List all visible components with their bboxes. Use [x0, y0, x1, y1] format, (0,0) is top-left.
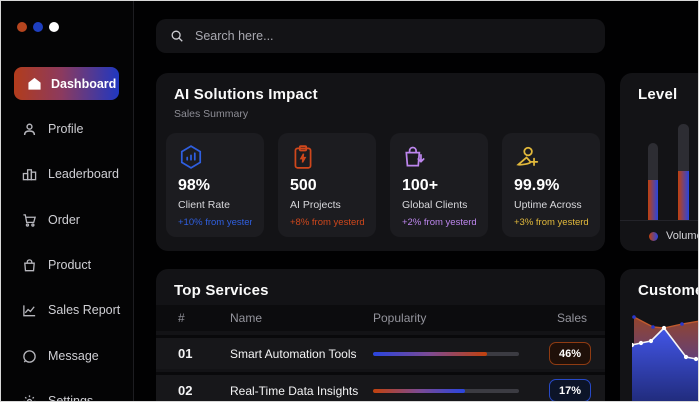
- window-dot-white: [49, 22, 59, 32]
- message-icon: [22, 349, 37, 364]
- data-point-marker: [680, 322, 684, 326]
- sidebar-item-product[interactable]: Product: [22, 255, 91, 275]
- table-row: 02 Real-Time Data Insights 17%: [156, 375, 605, 402]
- level-bar: [678, 124, 689, 220]
- stat-cards: 98% Client Rate +10% from yesterday 500 …: [166, 133, 600, 237]
- stat-label: AI Projects: [290, 199, 364, 211]
- stat-delta: +2% from yesterday: [402, 217, 476, 228]
- sidebar-item-label: Sales Report: [48, 303, 120, 317]
- user-icon: [22, 122, 37, 137]
- sidebar-item-label: Order: [48, 213, 80, 227]
- customer-panel: Customer Fulfillment: [620, 269, 699, 402]
- stat-value: 99.9%: [514, 177, 588, 195]
- sidebar-item-sales-report[interactable]: Sales Report: [22, 300, 120, 320]
- level-legend: Volume: [649, 229, 699, 243]
- stat-delta: +8% from yesterday: [290, 217, 364, 228]
- col-sales: Sales: [557, 311, 587, 325]
- level-bar: [648, 143, 658, 220]
- row-number: 01: [178, 346, 192, 361]
- sidebar-item-label: Leaderboard: [48, 167, 119, 181]
- customer-chart: [632, 311, 699, 402]
- user-plus-icon: [514, 144, 540, 170]
- sidebar-item-label: Settings: [48, 394, 93, 402]
- data-point-marker: [651, 325, 655, 329]
- col-name: Name: [230, 311, 262, 325]
- stat-delta: +10% from yesterday: [178, 217, 252, 228]
- impact-panel: AI Solutions Impact Sales Summary 98% Cl…: [156, 73, 605, 251]
- dashboard-app: Dashboard Profile Leaderboard Order Prod: [0, 0, 699, 402]
- popularity-track: [373, 352, 519, 356]
- search-icon: [170, 29, 184, 43]
- data-point-marker: [684, 355, 688, 359]
- sidebar-item-message[interactable]: Message: [22, 346, 99, 366]
- data-point-marker: [639, 341, 643, 345]
- gear-icon: [22, 394, 37, 402]
- impact-title: AI Solutions Impact: [174, 86, 318, 103]
- top-services-title: Top Services: [174, 282, 269, 299]
- stat-card-client-rate: 98% Client Rate +10% from yesterday: [166, 133, 264, 237]
- window-dot-red: [17, 22, 27, 32]
- sidebar: Dashboard Profile Leaderboard Order Prod: [1, 1, 134, 401]
- volume-legend-label: Volume: [666, 230, 699, 242]
- window-dots: [17, 22, 59, 32]
- sidebar-item-profile[interactable]: Profile: [22, 119, 83, 139]
- stat-value: 500: [290, 177, 364, 195]
- window-dot-blue: [33, 22, 43, 32]
- level-bars: [620, 73, 699, 220]
- data-point-marker: [632, 315, 636, 319]
- popularity-fill: [373, 389, 465, 393]
- top-services-panel: Top Services # Name Popularity Sales 01 …: [156, 269, 605, 402]
- stat-label: Global Clients: [402, 199, 476, 211]
- table-header: # Name Popularity Sales: [156, 305, 605, 331]
- data-point-marker: [662, 326, 666, 330]
- sidebar-item-label: Message: [48, 349, 99, 363]
- data-point-marker: [649, 339, 653, 343]
- stat-card-ai-projects: 500 AI Projects +8% from yesterday: [278, 133, 376, 237]
- home-icon: [27, 77, 42, 91]
- leaderboard-icon: [22, 167, 37, 182]
- bag-icon: [22, 258, 37, 273]
- level-bar-fill: [648, 180, 658, 220]
- bag-arrow-down-icon: [402, 144, 428, 170]
- row-number: 02: [178, 383, 192, 398]
- stat-value: 100+: [402, 177, 476, 195]
- stat-card-uptime: 99.9% Uptime Across +3% from yesterday: [502, 133, 600, 237]
- customer-title: Customer Fulfillment: [638, 282, 699, 299]
- level-panel: Level Volume: [620, 73, 699, 251]
- cart-icon: [22, 213, 37, 228]
- stat-label: Client Rate: [178, 199, 252, 211]
- impact-subtitle: Sales Summary: [174, 108, 248, 120]
- stat-delta: +3% from yesterday: [514, 217, 588, 228]
- sidebar-item-order[interactable]: Order: [22, 210, 80, 230]
- row-name: Real-Time Data Insights: [230, 384, 358, 398]
- popularity-track: [373, 389, 519, 393]
- sales-badge: 17%: [549, 379, 591, 402]
- col-popularity: Popularity: [373, 311, 426, 325]
- search-bar: [156, 19, 605, 53]
- sidebar-item-label: Dashboard: [51, 77, 116, 91]
- sidebar-item-dashboard[interactable]: Dashboard: [14, 67, 119, 100]
- search-input[interactable]: [193, 28, 553, 44]
- sidebar-item-label: Profile: [48, 122, 83, 136]
- col-number: #: [178, 311, 185, 325]
- sales-badge: 46%: [549, 342, 591, 365]
- chart-line-icon: [22, 303, 37, 318]
- popularity-fill: [373, 352, 487, 356]
- stat-value: 98%: [178, 177, 252, 195]
- sidebar-item-settings[interactable]: Settings: [22, 391, 93, 402]
- volume-legend-dot: [649, 232, 658, 241]
- table-row: 01 Smart Automation Tools 46%: [156, 338, 605, 369]
- sidebar-item-label: Product: [48, 258, 91, 272]
- hex-chart-icon: [178, 144, 204, 170]
- stat-card-global-clients: 100+ Global Clients +2% from yesterday: [390, 133, 488, 237]
- sidebar-item-leaderboard[interactable]: Leaderboard: [22, 164, 119, 184]
- level-bar-fill: [678, 171, 689, 220]
- level-divider: [620, 220, 699, 221]
- data-point-marker: [694, 357, 698, 361]
- clipboard-bolt-icon: [290, 144, 316, 170]
- stat-label: Uptime Across: [514, 199, 588, 211]
- row-name: Smart Automation Tools: [230, 347, 357, 361]
